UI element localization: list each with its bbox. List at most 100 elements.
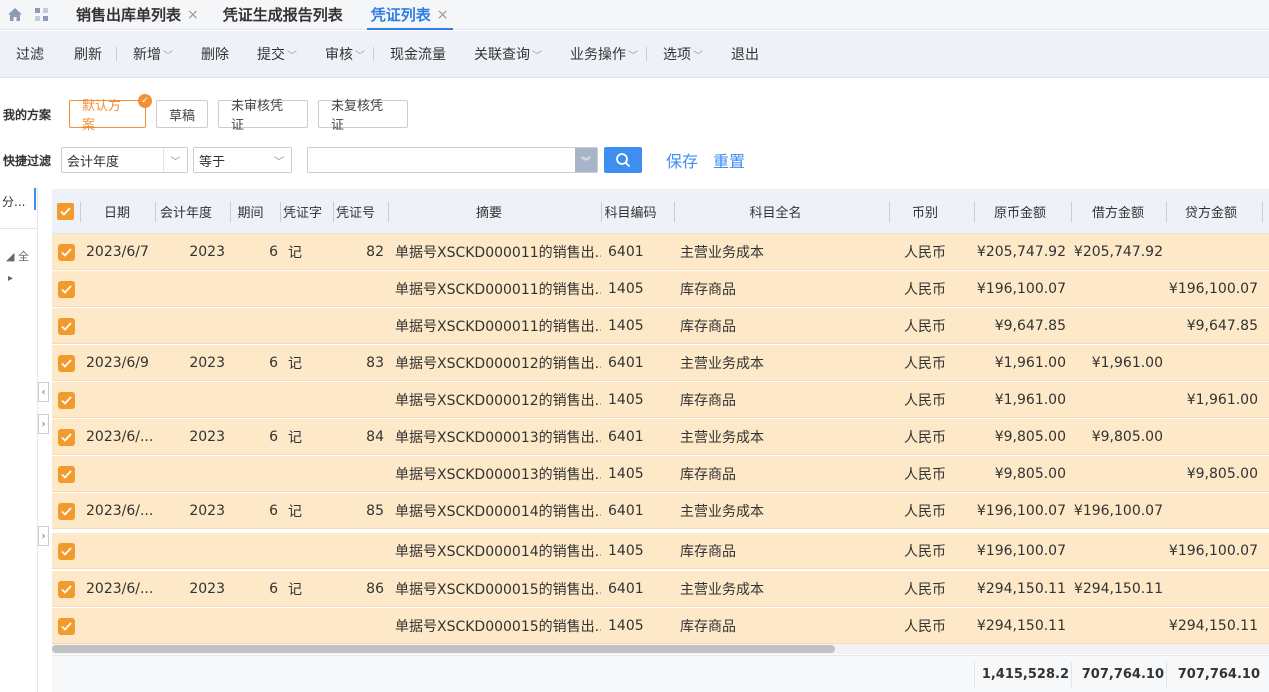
column-header[interactable]: 贷方金额	[1167, 189, 1255, 234]
cell-date	[86, 456, 158, 492]
apps-icon[interactable]	[28, 2, 54, 28]
tree-collapse-icon[interactable]: ◢	[6, 250, 14, 263]
cell-amount: ¥205,747.92	[976, 244, 1066, 260]
table-row[interactable]: 单据号XSCKD000011的销售出... 1405 库存商品 人民币 ¥196,100…	[52, 271, 1269, 307]
row-checkbox[interactable]	[58, 419, 76, 455]
left-tree-panel: 分... ◢ 全 ▸	[0, 188, 38, 692]
cell-word: 记	[288, 430, 302, 446]
table-row[interactable]: 2023/6/9 2023 6 记 83 单据号XSCKD000012的销售出... 640…	[52, 345, 1269, 381]
table-row[interactable]: 2023/6/7 2023 6 记 82 单据号XSCKD000011的销售出... 640…	[52, 234, 1269, 270]
select-all-checkbox[interactable]	[52, 189, 78, 234]
check-icon: ✓	[138, 94, 152, 108]
audit-button[interactable]: 审核 ﹀	[325, 44, 365, 64]
tab-voucher-list[interactable]: 凭证列表 ×	[359, 0, 461, 30]
cell-code: 1405	[608, 618, 644, 634]
scheme-chip-unaudited[interactable]: 未审核凭证	[218, 99, 308, 133]
cell-year	[168, 456, 225, 492]
cell-year	[168, 382, 225, 418]
row-checkbox[interactable]	[58, 533, 76, 569]
scheme-chip-default[interactable]: 默认方案 ✓	[69, 94, 152, 133]
column-header[interactable]: 科目编码	[602, 189, 659, 234]
tab-sales-outbound-list[interactable]: 销售出库单列表 ×	[64, 0, 211, 30]
table-row[interactable]: 2023/6/... 2023 6 记 85 单据号XSCKD000014的销售出... 6…	[52, 493, 1269, 529]
row-checkbox[interactable]	[58, 234, 76, 270]
double-chevron-down-icon[interactable]: ︾	[575, 148, 597, 172]
cashflow-button[interactable]: 现金流量	[390, 44, 446, 64]
column-header[interactable]: 摘要	[389, 189, 589, 234]
column-header[interactable]: 会计年度	[156, 189, 216, 234]
cell-debit	[1071, 308, 1163, 344]
cell-date: 2023/6/9	[86, 355, 149, 371]
save-button[interactable]: 保存	[666, 148, 698, 172]
row-checkbox[interactable]	[58, 345, 76, 381]
filter-operator-select[interactable]: 等于 ﹀	[193, 147, 292, 173]
row-checkbox[interactable]	[58, 571, 76, 607]
row-checkbox[interactable]	[58, 493, 76, 529]
scrollbar-thumb[interactable]	[52, 645, 835, 653]
filter-field-select[interactable]: 会计年度 ﹀	[61, 147, 188, 173]
cell-summary: 单据号XSCKD000014的销售出...	[395, 544, 601, 560]
row-checkbox[interactable]	[58, 456, 76, 492]
business-ops-button[interactable]: 业务操作 ﹀	[570, 44, 638, 64]
filter-value-input[interactable]: ︾	[307, 147, 598, 173]
row-checkbox[interactable]	[58, 308, 76, 344]
scheme-chip-unreviewed[interactable]: 未复核凭证	[318, 99, 408, 133]
horizontal-scrollbar[interactable]	[52, 644, 1269, 654]
cell-amount: ¥294,150.11	[976, 618, 1066, 634]
cell-debit: ¥1,961.00	[1091, 355, 1163, 371]
related-query-button[interactable]: 关联查询 ﹀	[474, 44, 542, 64]
close-icon[interactable]: ×	[187, 7, 199, 23]
cell-date: 2023/6/7	[86, 244, 149, 260]
search-button[interactable]	[604, 147, 642, 173]
column-header[interactable]: 原币金额	[975, 189, 1065, 234]
close-icon[interactable]: ×	[437, 7, 449, 23]
cell-credit: ¥9,647.85	[1186, 318, 1258, 334]
exit-button[interactable]: 退出	[731, 44, 759, 64]
home-icon[interactable]	[2, 2, 28, 28]
reset-button[interactable]: 重置	[713, 148, 745, 172]
related-label: 关联查询	[474, 47, 530, 63]
grid-header: 日期 会计年度 期间 凭证字 凭证号 摘要 科目编码 科目全名 币别 原币金额 …	[52, 189, 1269, 234]
scheme-chip-draft[interactable]: 草稿	[156, 100, 208, 128]
column-header[interactable]: 借方金额	[1072, 189, 1164, 234]
column-header[interactable]: 凭证号	[333, 189, 378, 234]
table-row[interactable]: 单据号XSCKD000011的销售出... 1405 库存商品 人民币 ¥9,647.8…	[52, 308, 1269, 344]
column-header[interactable]: 科目全名	[675, 189, 876, 234]
column-header[interactable]: 期间	[231, 189, 270, 234]
cell-period: 6	[269, 355, 278, 371]
cell-summary: 单据号XSCKD000012的销售出...	[395, 393, 601, 409]
tab-voucher-report-list[interactable]: 凭证生成报告列表	[211, 0, 355, 30]
cell-date	[86, 271, 158, 307]
column-header[interactable]: 币别	[890, 189, 960, 234]
cell-no: 82	[366, 244, 384, 260]
chevron-down-icon: ﹀	[163, 148, 187, 172]
submit-button[interactable]: 提交 ﹀	[257, 44, 297, 64]
table-row[interactable]: 单据号XSCKD000013的销售出... 1405 库存商品 人民币 ¥9,805.0…	[52, 456, 1269, 492]
cell-currency: 人民币	[904, 356, 946, 372]
cell-date	[86, 608, 158, 644]
delete-button[interactable]: 删除	[201, 44, 229, 64]
table-row[interactable]: 2023/6/... 2023 6 记 84 单据号XSCKD000013的销售出... 6…	[52, 419, 1269, 455]
tree-expand-icon[interactable]: ▸	[8, 273, 13, 284]
table-row[interactable]: 单据号XSCKD000015的销售出... 1405 库存商品 人民币 ¥294,150…	[52, 608, 1269, 644]
options-button[interactable]: 选项 ﹀	[663, 44, 703, 64]
row-checkbox[interactable]	[58, 382, 76, 418]
expand-left-button[interactable]: ›	[38, 414, 49, 434]
collapse-left-button[interactable]: ‹	[38, 382, 49, 402]
tree-root-node[interactable]: ◢ 全	[6, 248, 29, 264]
cell-amount: ¥1,961.00	[994, 392, 1066, 408]
cell-account: 库存商品	[680, 319, 736, 335]
table-row[interactable]: 单据号XSCKD000014的销售出... 1405 库存商品 人民币 ¥196,100…	[52, 533, 1269, 569]
row-checkbox[interactable]	[58, 271, 76, 307]
add-button[interactable]: 新增 ﹀	[133, 44, 173, 64]
expand-panel-button[interactable]: ›	[38, 526, 49, 546]
table-row[interactable]: 2023/6/... 2023 6 记 86 单据号XSCKD000015的销售出... 6…	[52, 571, 1269, 607]
table-row[interactable]: 单据号XSCKD000012的销售出... 1405 库存商品 人民币 ¥1,961.0…	[52, 382, 1269, 418]
panel-title[interactable]: 分...	[2, 193, 25, 210]
row-checkbox[interactable]	[58, 608, 76, 644]
filter-button[interactable]: 过滤	[16, 44, 44, 64]
column-header[interactable]: 日期	[81, 189, 153, 234]
chip-label: 默认方案	[82, 99, 122, 133]
column-header[interactable]: 凭证字	[281, 189, 324, 234]
refresh-button[interactable]: 刷新	[74, 44, 102, 64]
